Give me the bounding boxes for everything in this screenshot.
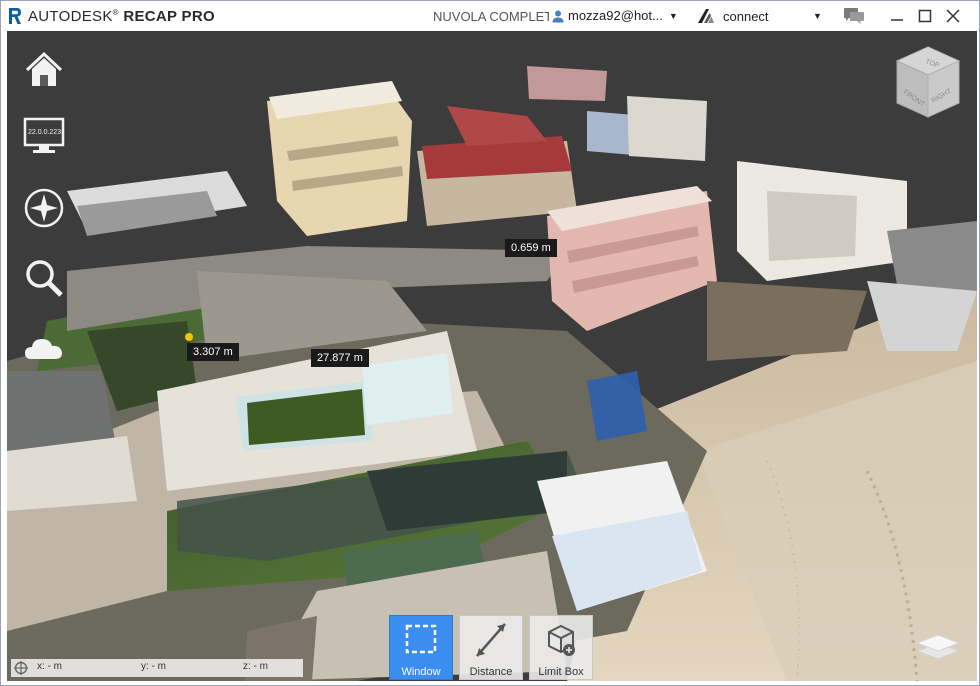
minimize-button[interactable] — [887, 6, 907, 26]
close-icon — [946, 9, 960, 23]
maximize-button[interactable] — [915, 6, 935, 26]
app-window: AUTODESK® RECAP PRO NUVOLA COMPLETA mozz… — [0, 0, 980, 686]
coord-z: z: - m — [243, 661, 268, 672]
camera-label: 22.0.0.223 — [28, 129, 62, 136]
measurement-label[interactable]: 27.877 m — [311, 349, 369, 367]
connect-label: connect — [723, 8, 769, 24]
registered-mark: ® — [112, 8, 119, 17]
home-icon[interactable] — [23, 49, 65, 91]
window-label: Window — [401, 666, 441, 678]
distance-button[interactable]: Distance — [459, 615, 523, 680]
user-icon — [552, 10, 564, 22]
minimize-icon — [891, 19, 903, 21]
window-select-icon — [405, 624, 437, 654]
limit-box-icon — [548, 624, 575, 656]
coordinates-bar: x: - m y: - m z: - m — [11, 659, 303, 677]
product-name: RECAP PRO — [123, 8, 215, 25]
coord-x: x: - m — [37, 661, 62, 672]
title-bar: AUTODESK® RECAP PRO NUVOLA COMPLETA mozz… — [1, 1, 979, 31]
close-button[interactable] — [943, 6, 963, 26]
autodesk-logo-icon — [698, 9, 714, 23]
window-select-button[interactable]: Window — [389, 615, 453, 680]
compass-icon[interactable] — [23, 187, 65, 229]
measurement-point[interactable] — [185, 333, 193, 341]
brand-name: AUTODESK — [28, 8, 113, 25]
user-menu[interactable]: mozza92@hot... ▼ — [551, 8, 678, 23]
user-name: mozza92@hot... — [568, 8, 663, 23]
app-title: AUTODESK® RECAP PRO — [28, 8, 215, 25]
point-cloud-scene[interactable] — [7, 31, 977, 681]
navigation-cube[interactable]: TOP FRONT RIGHT — [895, 45, 961, 119]
recap-logo-icon — [9, 8, 21, 24]
distance-icon — [476, 623, 506, 657]
point-cloud-viewport[interactable]: 22.0.0.223 0.659 m 3.307 m 27.877 m TOP … — [7, 31, 977, 681]
measurement-label[interactable]: 0.659 m — [505, 239, 557, 257]
layers-icon[interactable] — [915, 629, 961, 665]
distance-label: Distance — [469, 666, 513, 678]
monitor-icon — [23, 117, 65, 153]
cloud-icon[interactable] — [23, 333, 65, 363]
search-icon[interactable] — [23, 257, 65, 299]
limit-box-button[interactable]: Limit Box — [529, 615, 593, 680]
chat-icon[interactable] — [843, 7, 865, 25]
camera-view-button[interactable]: 22.0.0.223 — [23, 115, 65, 157]
coord-y: y: - m — [141, 661, 166, 672]
connect-menu[interactable]: connect — [697, 7, 769, 25]
project-name: NUVOLA COMPLETA — [433, 9, 549, 24]
connect-caret-icon[interactable]: ▼ — [813, 11, 822, 21]
limit-box-label: Limit Box — [538, 666, 584, 678]
crosshair-icon — [14, 661, 28, 675]
user-caret-icon: ▼ — [668, 10, 678, 21]
maximize-icon — [918, 9, 932, 23]
measurement-label[interactable]: 3.307 m — [187, 343, 239, 361]
